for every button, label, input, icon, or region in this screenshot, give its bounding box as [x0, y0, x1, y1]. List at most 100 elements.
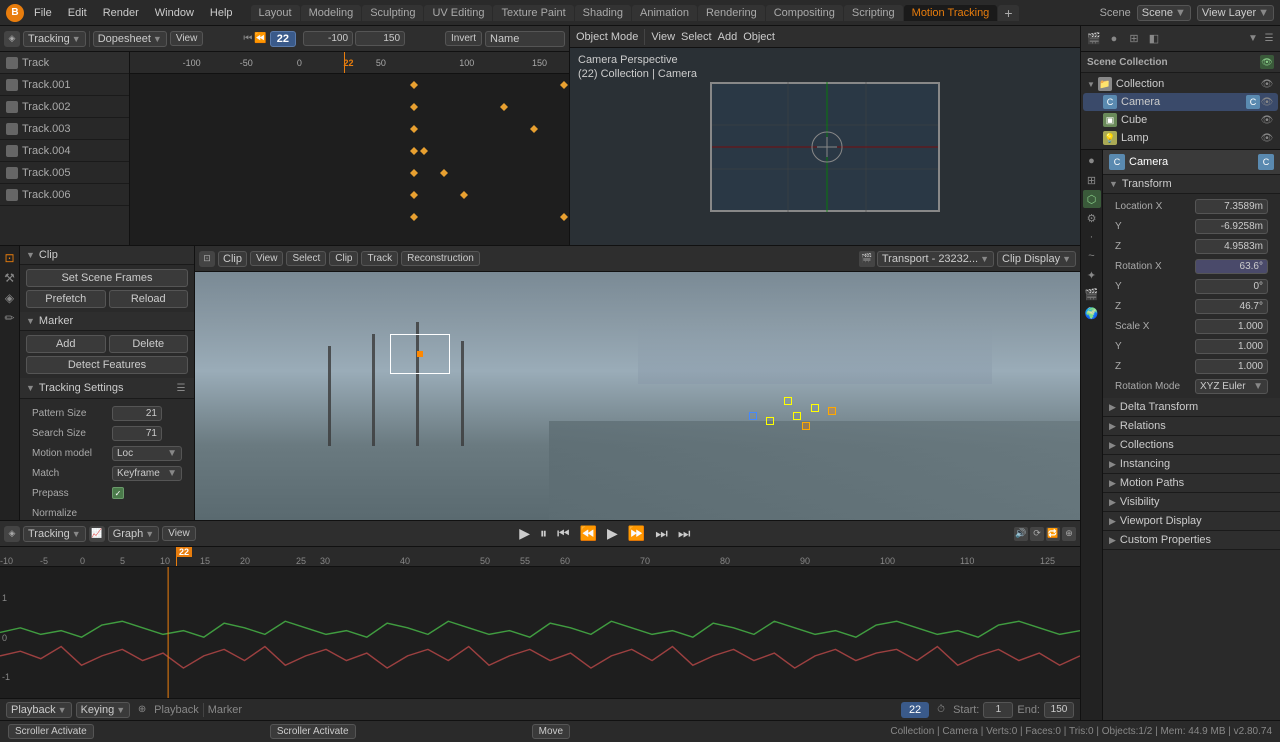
playback-dropdown[interactable]: Playback ▼ [6, 702, 72, 718]
object-data-icon[interactable]: C [1258, 154, 1274, 170]
tracking-dropdown-top[interactable]: Tracking ▼ [23, 31, 86, 47]
reload-btn[interactable]: Reload [109, 290, 189, 308]
pause-btn[interactable]: ⏸ [537, 525, 550, 542]
detect-features-btn[interactable]: Detect Features [26, 356, 188, 374]
clip-btn-clip[interactable]: Clip [329, 251, 358, 266]
view-btn-clip[interactable]: View [250, 251, 284, 266]
end-frame-display[interactable]: 150 [1044, 702, 1074, 718]
scene-selector[interactable]: Scene ▼ [1137, 5, 1191, 21]
collections-header[interactable]: ▶ Collections [1103, 436, 1280, 455]
select-btn-clip[interactable]: Select [286, 251, 326, 266]
scale-x-value[interactable]: 1.000 [1195, 319, 1268, 334]
track-header-3[interactable]: Track.003 [0, 118, 129, 140]
track-header-1[interactable]: Track.001 [0, 74, 129, 96]
clip-icon[interactable]: ⊡ [2, 250, 18, 266]
track-header-2[interactable]: Track.002 [0, 96, 129, 118]
view-label-playback[interactable]: Playback [154, 704, 199, 716]
play-btn[interactable]: ▶ [516, 525, 533, 542]
motion-paths-header[interactable]: ▶ Motion Paths [1103, 474, 1280, 493]
frame-start-field[interactable]: -100 [303, 31, 353, 46]
clip-editor-icon[interactable]: ⊡ [199, 251, 215, 267]
tracking-settings-header[interactable]: ▼ Tracking Settings ☰ [20, 378, 194, 399]
reconstruction-btn-clip[interactable]: Reconstruction [401, 251, 480, 266]
prev-keyframe-btn[interactable]: ⏪ [577, 525, 600, 542]
match-dropdown[interactable]: Keyframe ▼ [112, 466, 182, 481]
track-header-5[interactable]: Track.005 [0, 162, 129, 184]
workspace-modeling[interactable]: Modeling [301, 5, 362, 21]
track-header-4[interactable]: Track.004 [0, 140, 129, 162]
marker-4[interactable] [828, 407, 836, 415]
menu-file[interactable]: File [28, 5, 58, 21]
pattern-size-field[interactable]: 21 [112, 406, 162, 421]
rp-filter-icon[interactable]: ▼ [1246, 32, 1260, 46]
keying-dropdown[interactable]: Keying ▼ [76, 702, 131, 718]
rotation-z-value[interactable]: 46.7° [1195, 299, 1268, 314]
selected-track-box[interactable] [390, 334, 450, 374]
view-btn-graph[interactable]: View [162, 526, 196, 541]
scale-z-value[interactable]: 1.000 [1195, 359, 1268, 374]
scale-y-value[interactable]: 1.000 [1195, 339, 1268, 354]
visibility-header[interactable]: ▶ Visibility [1103, 493, 1280, 512]
prefetch-btn[interactable]: Prefetch [26, 290, 106, 308]
frame-number-display[interactable]: 22 [901, 702, 929, 718]
rotation-y-value[interactable]: 0° [1195, 279, 1268, 294]
workspace-rendering[interactable]: Rendering [698, 5, 765, 21]
menu-render[interactable]: Render [97, 5, 145, 21]
marker-section-header[interactable]: ▼ Marker [20, 312, 194, 331]
current-frame-field[interactable]: 22 [270, 31, 296, 47]
workspace-scripting[interactable]: Scripting [844, 5, 903, 21]
graph-mode-icon[interactable]: ◈ [4, 526, 20, 542]
track-header-6[interactable]: Track.006 [0, 184, 129, 206]
rp-options-icon[interactable]: ☰ [1262, 32, 1276, 46]
next-frame-btn[interactable]: ⏭ [652, 525, 671, 542]
props-output-icon[interactable]: ⊞ [1083, 171, 1101, 189]
tree-camera[interactable]: C Camera C 👁 [1083, 93, 1278, 111]
graph-tracking-dropdown[interactable]: Tracking ▼ [23, 526, 86, 542]
marker-6[interactable] [802, 422, 810, 430]
props-scene-icon[interactable]: 🎬 [1083, 285, 1101, 303]
invert-btn[interactable]: Invert [445, 31, 482, 46]
marker-5[interactable] [766, 417, 774, 425]
sync-icon[interactable]: ⟳ [1030, 527, 1044, 541]
track-btn-clip[interactable]: Track [361, 251, 398, 266]
tools-icon[interactable]: ⚒ [2, 270, 18, 286]
last-frame-btn[interactable]: ⏭ [675, 525, 694, 542]
frame-end-field[interactable]: 150 [355, 31, 405, 46]
viewport-display-header[interactable]: ▶ Viewport Display [1103, 512, 1280, 531]
workspace-sculpting[interactable]: Sculpting [362, 5, 423, 21]
tree-cube[interactable]: ▣ Cube 👁 [1083, 111, 1278, 129]
props-particles-icon[interactable]: · [1083, 228, 1101, 246]
rp-output-icon[interactable]: ⊞ [1125, 30, 1143, 48]
transport-dropdown[interactable]: Transport - 23232... ▼ [877, 251, 994, 267]
workspace-uv[interactable]: UV Editing [424, 5, 492, 21]
add-marker-btn[interactable]: Add [26, 335, 106, 353]
view-layer-selector[interactable]: View Layer ▼ [1197, 5, 1274, 21]
transport-icon[interactable]: 🎬 [859, 251, 875, 267]
motion-model-dropdown[interactable]: Loc ▼ [112, 446, 182, 461]
marker-label[interactable]: Marker [208, 704, 242, 716]
eye-icon-lamp[interactable]: 👁 [1260, 131, 1274, 145]
track-header-0[interactable]: Track [0, 52, 129, 74]
custom-properties-header[interactable]: ▶ Custom Properties [1103, 531, 1280, 550]
rotation-mode-dropdown[interactable]: XYZ Euler ▼ [1195, 379, 1268, 394]
marker-1[interactable] [784, 397, 792, 405]
props-physics-icon[interactable]: ~ [1083, 247, 1101, 265]
scroller-activate-1[interactable]: Scroller Activate [8, 724, 94, 739]
viewport-view-btn[interactable]: View [651, 31, 675, 43]
rp-render-icon[interactable]: ● [1105, 30, 1123, 48]
menu-help[interactable]: Help [204, 5, 239, 21]
move-btn[interactable]: Move [532, 724, 570, 739]
viewport-add-btn[interactable]: Add [718, 31, 738, 43]
workspace-animation[interactable]: Animation [632, 5, 697, 21]
location-x-value[interactable]: 7.3589m [1195, 199, 1268, 214]
delete-marker-btn[interactable]: Delete [109, 335, 189, 353]
graph-dropdown[interactable]: Graph ▼ [108, 526, 160, 542]
name-field[interactable]: Name [485, 31, 565, 47]
rotation-x-value[interactable]: 63.6° [1195, 259, 1268, 274]
props-constraints-icon[interactable]: ✦ [1083, 266, 1101, 284]
eye-icon-cube[interactable]: 👁 [1260, 113, 1274, 127]
eye-icon-cam[interactable]: 👁 [1260, 95, 1274, 109]
workspace-compositing[interactable]: Compositing [766, 5, 843, 21]
workspace-layout[interactable]: Layout [251, 5, 300, 21]
camera-data-icon[interactable]: C [1246, 95, 1260, 109]
